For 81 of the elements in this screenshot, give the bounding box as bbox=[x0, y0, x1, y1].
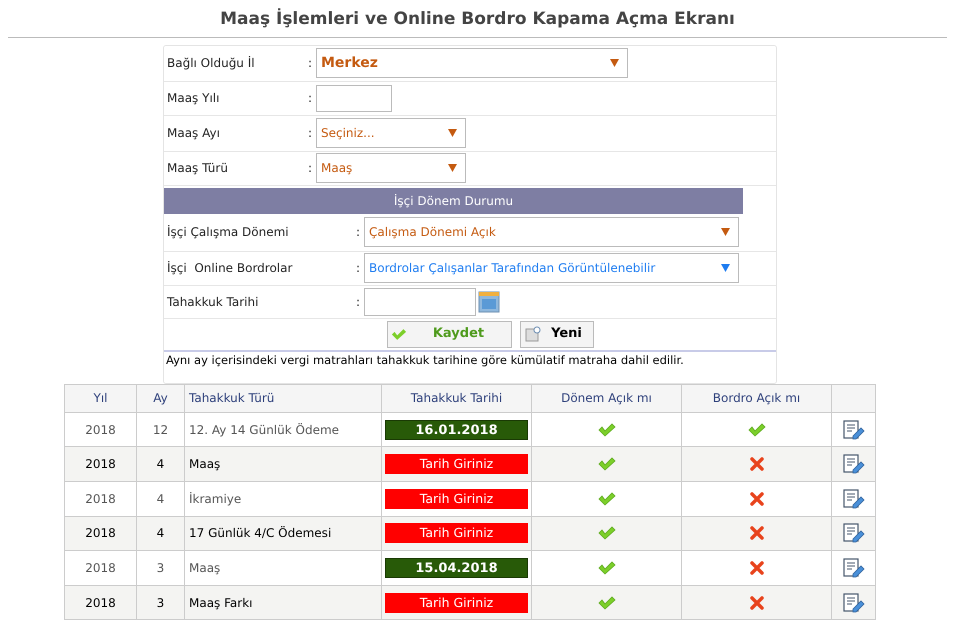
colon-text: : bbox=[308, 90, 314, 107]
column-header: Yıl bbox=[64, 384, 136, 412]
dropdown-value: Seçiniz... bbox=[321, 125, 375, 142]
new-document-icon bbox=[524, 326, 540, 342]
date-badge: 15.04.2018 bbox=[385, 558, 528, 578]
edit-document-icon[interactable] bbox=[842, 454, 864, 474]
enter-date-badge[interactable]: Tarih Giriniz bbox=[385, 454, 528, 474]
check-icon bbox=[598, 596, 616, 610]
check-icon bbox=[598, 422, 616, 437]
field-label: Tahakkuk Tarihi bbox=[166, 294, 260, 310]
colon-text: : bbox=[308, 55, 314, 72]
table-cell: İkramiye bbox=[184, 481, 382, 516]
table-cell: Maaş bbox=[184, 446, 382, 482]
table-cell: 3 bbox=[136, 550, 184, 586]
dropdown-field[interactable]: Seçiniz... bbox=[316, 118, 466, 148]
save-button[interactable]: Kaydet bbox=[386, 320, 512, 348]
edit-document-icon[interactable] bbox=[842, 558, 864, 578]
dropdown-caret-icon bbox=[721, 264, 730, 272]
field-label: Bağlı Olduğu İl bbox=[166, 55, 256, 72]
dropdown-value: Bordrolar Çalışanlar Tarafından Görüntülenebilir bbox=[369, 260, 656, 277]
field-label: Maaş Türü bbox=[166, 160, 229, 177]
dropdown-value: Maaş bbox=[321, 160, 352, 177]
field-label: İşçi Çalışma Dönemi bbox=[166, 224, 290, 241]
colon-text: : bbox=[356, 260, 362, 277]
table-cell: 4 bbox=[136, 481, 184, 516]
field-label: Maaş Yılı bbox=[166, 90, 220, 107]
colon-text: : bbox=[356, 294, 362, 310]
dropdown-caret-icon bbox=[448, 164, 457, 172]
colon-text: : bbox=[308, 160, 314, 177]
date-input-field[interactable] bbox=[364, 288, 476, 316]
column-header: Dönem Açık mı bbox=[532, 384, 682, 412]
dropdown-value: Çalışma Dönemi Açık bbox=[369, 224, 496, 241]
column-header: Bordro Açık mı bbox=[682, 384, 832, 412]
check-icon bbox=[598, 457, 616, 472]
edit-document-icon[interactable] bbox=[842, 488, 864, 509]
check-icon bbox=[390, 328, 406, 340]
enter-date-badge[interactable]: Tarih Giriniz bbox=[385, 488, 528, 509]
check-icon bbox=[598, 560, 616, 575]
colon-text: : bbox=[356, 224, 362, 241]
edit-document-icon[interactable] bbox=[842, 523, 864, 544]
dropdown-field[interactable]: Merkez bbox=[316, 48, 628, 78]
table-cell: 4 bbox=[136, 446, 184, 482]
new-button[interactable]: Yeni bbox=[520, 320, 594, 348]
table-cell: Maaş Farkı bbox=[184, 585, 382, 620]
table-cell: 2018 bbox=[64, 481, 136, 516]
check-icon bbox=[748, 422, 766, 437]
text-input-field[interactable] bbox=[316, 84, 392, 112]
field-label: Maaş Ayı bbox=[166, 125, 221, 142]
edit-document-icon[interactable] bbox=[842, 592, 864, 613]
dropdown-field[interactable]: Maaş bbox=[316, 153, 466, 183]
enter-date-badge[interactable]: Tarih Giriniz bbox=[385, 592, 528, 613]
dropdown-value: Merkez bbox=[321, 54, 378, 72]
table-cell: 2018 bbox=[64, 585, 136, 620]
check-icon bbox=[598, 492, 616, 506]
cross-icon bbox=[750, 560, 764, 575]
cross-icon bbox=[750, 492, 764, 506]
enter-date-badge[interactable]: Tarih Giriniz bbox=[385, 523, 528, 544]
dropdown-field[interactable]: Çalışma Dönemi Açık bbox=[364, 217, 739, 247]
calendar-icon[interactable] bbox=[478, 290, 500, 312]
section-header: İşçi Dönem Durumu bbox=[164, 188, 743, 214]
table-cell: 3 bbox=[136, 585, 184, 620]
dropdown-field[interactable]: Bordrolar Çalışanlar Tarafından Görüntülenebilir bbox=[364, 253, 739, 283]
table-cell: 2018 bbox=[64, 446, 136, 482]
dropdown-caret-icon bbox=[610, 59, 619, 67]
colon-text: : bbox=[308, 125, 314, 142]
edit-document-icon[interactable] bbox=[842, 420, 864, 440]
table-cell: Maaş bbox=[184, 550, 382, 586]
column-header: Tahakkuk Tarihi bbox=[382, 384, 532, 412]
column-header: Ay bbox=[136, 384, 184, 412]
page-title: Maaş İşlemleri ve Online Bordro Kapama Açma Ekranı bbox=[220, 9, 735, 29]
field-label: İşçi Online Bordrolar bbox=[166, 260, 294, 277]
check-icon bbox=[598, 526, 616, 540]
cross-icon bbox=[750, 457, 764, 472]
dropdown-caret-icon bbox=[721, 228, 730, 236]
table-cell: 2018 bbox=[64, 550, 136, 586]
cross-icon bbox=[750, 526, 764, 540]
info-note: Aynı ay içerisindeki vergi matrahları tahakkuk tarihine göre kümülatif matraha dahil edilir. bbox=[165, 352, 685, 368]
date-badge: 16.01.2018 bbox=[385, 420, 528, 440]
cross-icon bbox=[750, 596, 764, 610]
column-header: Tahakkuk Türü bbox=[184, 384, 382, 412]
dropdown-caret-icon bbox=[448, 129, 457, 137]
